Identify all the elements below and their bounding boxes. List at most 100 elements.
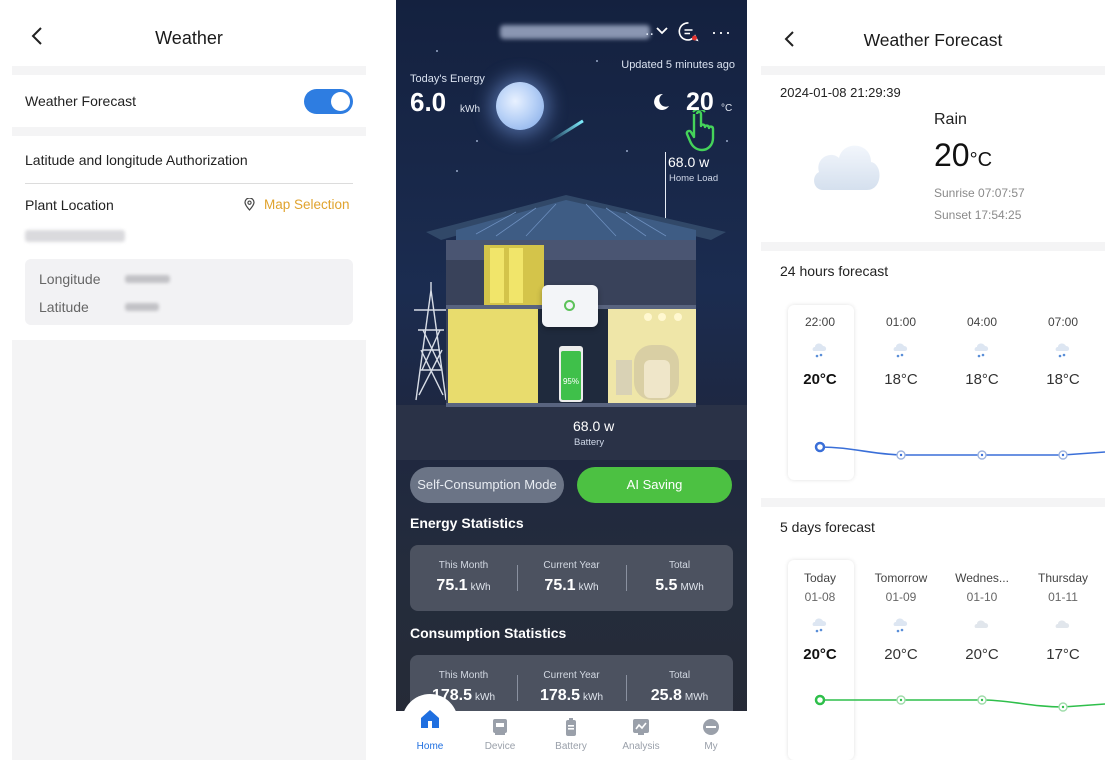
divider — [761, 66, 1105, 75]
self-consumption-mode-button[interactable]: Self-Consumption Mode — [410, 467, 564, 503]
stat-label: Current Year — [543, 560, 600, 571]
sunrise-time: Sunrise 07:07:57 — [934, 186, 1025, 200]
day-temp: 17°C — [1046, 646, 1080, 663]
map-selection-link[interactable]: Map Selection — [244, 197, 350, 212]
current-temp-unit: °C — [721, 103, 733, 114]
ai-saving-button[interactable]: AI Saving — [577, 467, 732, 503]
day-name: Today — [803, 571, 837, 585]
curve-point — [814, 694, 826, 706]
plant-name-redacted[interactable] — [500, 25, 650, 39]
tab-battery[interactable]: Battery — [541, 711, 601, 760]
hour-time: 22:00 — [804, 315, 836, 329]
stat-unit: kWh — [583, 692, 604, 703]
hour-temp: 18°C — [884, 371, 918, 388]
battery-power-value: 68.0 w — [573, 418, 615, 434]
hour-time: 07:00 — [1047, 315, 1079, 329]
weather-forecast-toggle[interactable] — [304, 89, 353, 114]
todays-energy-unit: kWh — [460, 104, 480, 115]
star — [476, 140, 478, 142]
cloud-icon — [814, 145, 880, 190]
days-forecast-title: 5 days forecast — [780, 519, 875, 535]
tab-label: Home — [416, 741, 444, 752]
day-name: Wednes... — [955, 571, 1009, 585]
rain-icon — [1055, 343, 1070, 358]
hour-forecast-item[interactable]: 07:00 18°C — [1031, 315, 1095, 388]
tap-hand-icon — [685, 110, 715, 152]
inverter-device[interactable] — [542, 285, 598, 327]
tab-my[interactable]: My — [681, 711, 741, 760]
longitude-value-redacted — [125, 275, 170, 283]
hours-forecast-title: 24 hours forecast — [780, 263, 889, 279]
day-date: 01-09 — [885, 590, 917, 604]
stat-unit: kWh — [470, 582, 491, 593]
curve-point — [814, 441, 826, 453]
nav-bar: Weather — [12, 0, 366, 66]
day-date: 01-10 — [966, 590, 998, 604]
current-temp: 20°C — [934, 137, 992, 174]
weather-settings-screen: Weather Weather Forecast Latitude and lo… — [12, 0, 366, 760]
home-dashboard-screen: .. ··· Updated 5 minutes ago Today's Ene… — [396, 0, 747, 760]
stat-total: Total 5.5 MWh — [626, 545, 733, 611]
day-date: 01-11 — [1048, 590, 1078, 604]
day-forecast-item[interactable]: Today 01-08 20°C — [788, 571, 852, 663]
stat-this-month: This Month 75.1 kWh — [410, 545, 517, 611]
star — [596, 60, 598, 62]
cloud-icon — [974, 620, 989, 628]
coordinates-box: Longitude Latitude — [25, 259, 353, 325]
ellipsis-text: .. — [645, 22, 654, 39]
chevron-down-icon[interactable] — [656, 25, 668, 37]
stat-value: 5.5 — [655, 577, 678, 594]
rain-icon — [974, 343, 989, 358]
day-temp: 20°C — [965, 646, 999, 663]
days-temp-curve — [814, 694, 1105, 712]
inverter-status-icon — [564, 300, 575, 311]
lat-long-auth-label: Latitude and longitude Authorization — [25, 152, 248, 168]
crescent-moon-icon — [654, 93, 669, 110]
stat-current-year: Current Year 75.1 kWh — [518, 545, 625, 611]
plant-location-label: Plant Location — [25, 197, 114, 213]
cloud-icon — [1055, 620, 1070, 628]
tab-device[interactable]: Device — [470, 711, 530, 760]
hours-temp-curve — [814, 441, 1105, 460]
updated-time: Updated 5 minutes ago — [621, 59, 735, 71]
tab-analysis[interactable]: Analysis — [611, 711, 671, 760]
user-icon — [703, 719, 719, 735]
nav-bar: Weather Forecast — [761, 0, 1105, 66]
stat-unit: MWh — [680, 582, 704, 593]
stat-label: Total — [668, 670, 691, 681]
hour-forecast-item[interactable]: 22:00 20°C — [788, 315, 852, 388]
day-temp: 20°C — [803, 646, 837, 663]
rain-icon — [893, 618, 908, 633]
tab-home[interactable]: Home — [400, 710, 460, 760]
energy-statistics-card[interactable]: This Month 75.1 kWh Current Year 75.1 kWh … — [410, 545, 733, 611]
battery-device[interactable]: 95% — [559, 346, 583, 402]
stat-label: Current Year — [543, 670, 600, 681]
day-temp: 20°C — [884, 646, 918, 663]
battery-percent: 95% — [562, 377, 579, 386]
stat-value: 25.8 — [650, 687, 682, 704]
tab-label: Analysis — [622, 741, 660, 752]
page-title: Weather Forecast — [863, 30, 1003, 50]
meteor-illustration — [548, 119, 584, 144]
hour-forecast-item[interactable]: 04:00 18°C — [950, 315, 1014, 388]
day-forecast-item[interactable]: Thursday 01-11 17°C — [1031, 571, 1095, 663]
more-icon[interactable]: ··· — [711, 22, 732, 43]
hour-temp: 20°C — [803, 371, 837, 388]
message-icon[interactable] — [678, 21, 699, 42]
day-forecast-item[interactable]: Wednes... 01-10 20°C — [950, 571, 1014, 663]
latitude-label: Latitude — [39, 299, 89, 315]
day-name: Thursday — [1037, 571, 1089, 585]
rain-icon — [812, 343, 827, 358]
stat-label: This Month — [438, 670, 489, 681]
day-name: Tomorrow — [874, 571, 928, 585]
hour-forecast-item[interactable]: 01:00 18°C — [869, 315, 933, 388]
todays-energy-label: Today's Energy — [410, 73, 485, 85]
battery-label: Battery — [574, 437, 605, 448]
stat-label: This Month — [438, 560, 489, 571]
battery-level-fill — [561, 350, 581, 400]
day-forecast-item[interactable]: Tomorrow 01-09 20°C — [869, 571, 933, 663]
stat-value: 178.5 — [539, 687, 581, 704]
page-title: Weather — [155, 28, 223, 48]
day-date: 01-08 — [804, 590, 836, 604]
battery-icon — [566, 718, 576, 736]
